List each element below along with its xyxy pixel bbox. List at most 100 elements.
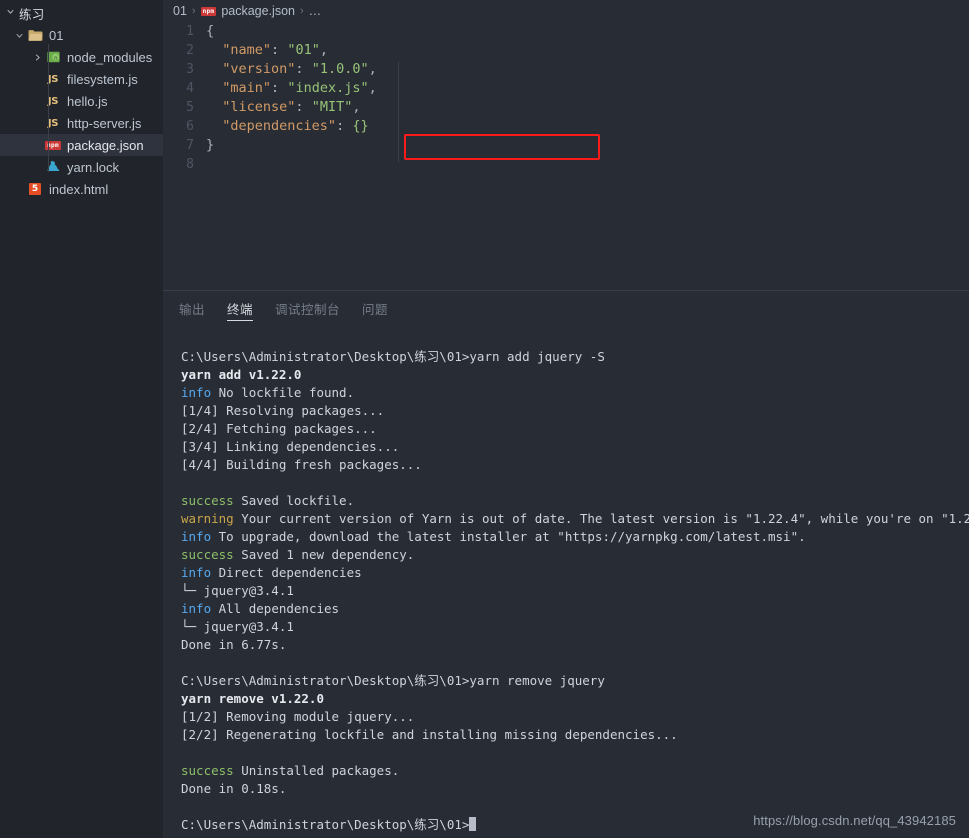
code-token-key: "name" bbox=[222, 42, 272, 58]
terminal-line: success Uninstalled packages. bbox=[181, 762, 969, 780]
explorer-sidebar: 练习 01 n node_modules JS filesystem.js JS hello… bbox=[0, 0, 163, 838]
line-number: 6 bbox=[186, 119, 194, 134]
tree-item-label: 01 bbox=[49, 27, 64, 43]
tree-item-node-modules[interactable]: n node_modules bbox=[0, 46, 163, 68]
yarn-icon bbox=[44, 160, 62, 174]
svg-text:n: n bbox=[54, 56, 57, 62]
terminal-text-info: info bbox=[181, 601, 212, 616]
tree-item-package-json[interactable]: npm package.json bbox=[0, 134, 163, 156]
tree-item-label: yarn.lock bbox=[67, 159, 120, 175]
terminal-text-plain: Uninstalled packages. bbox=[233, 763, 400, 778]
terminal-text-plain: └─ jquery@3.4.1 bbox=[181, 583, 294, 598]
code-token-key: "version" bbox=[222, 61, 296, 77]
code-token-str: "01" bbox=[287, 42, 320, 58]
panel-tab-2[interactable]: 调试控制台 bbox=[275, 291, 340, 326]
code-editor[interactable]: 1{2 "name": "01", 3 "version": "1.0.0", 4 … bbox=[163, 22, 969, 290]
code-token-brace: } bbox=[206, 137, 215, 153]
terminal-line: warning Your current version of Yarn is … bbox=[181, 510, 969, 528]
terminal-text-success: success bbox=[181, 763, 234, 778]
tree-item-yarn-lock[interactable]: yarn.lock bbox=[0, 156, 163, 178]
code-line-text[interactable]: "license": "MIT", bbox=[206, 98, 360, 117]
terminal-line: info All dependencies bbox=[181, 600, 969, 618]
chevron-right-icon[interactable] bbox=[30, 52, 44, 63]
code-token-punct bbox=[206, 61, 222, 77]
panel-tab-1[interactable]: 终端 bbox=[227, 291, 254, 326]
panel-tab-0[interactable]: 输出 bbox=[179, 291, 205, 326]
line-number: 7 bbox=[186, 138, 194, 153]
tree-item-label: index.html bbox=[49, 181, 109, 197]
tree-item-01[interactable]: 01 bbox=[0, 24, 163, 46]
terminal-line: info No lockfile found. bbox=[181, 384, 969, 402]
terminal-text-plain: [1/4] Resolving packages... bbox=[181, 403, 385, 418]
folder-open-icon bbox=[26, 29, 44, 42]
terminal-text-plain: C:\Users\Administrator\Desktop\练习\01>yar… bbox=[181, 673, 605, 688]
explorer-root-label: 练习 bbox=[19, 7, 45, 22]
js-icon: JS bbox=[47, 73, 59, 85]
code-line-text[interactable]: "name": "01", bbox=[206, 41, 328, 60]
chevron-down-icon[interactable] bbox=[5, 6, 16, 20]
terminal-line: └─ jquery@3.4.1 bbox=[181, 618, 969, 636]
terminal-text-plain: Saved lockfile. bbox=[233, 493, 355, 508]
terminal-text-info: info bbox=[181, 529, 212, 544]
code-token-brace: { bbox=[206, 23, 215, 39]
code-line-text[interactable]: "version": "1.0.0", bbox=[206, 60, 376, 79]
code-line: 3 "version": "1.0.0", bbox=[163, 60, 969, 79]
code-line: 2 "name": "01", bbox=[163, 41, 969, 60]
terminal-line: info Direct dependencies bbox=[181, 564, 969, 582]
code-token-punct bbox=[206, 80, 222, 96]
line-number: 3 bbox=[186, 62, 194, 77]
terminal-output[interactable]: C:\Users\Administrator\Desktop\练习\01> yar… bbox=[163, 326, 969, 838]
terminal-text-plain: C:\Users\Administrator\Desktop\练习\01> bbox=[181, 817, 470, 832]
panel-tab-3[interactable]: 问题 bbox=[362, 291, 388, 326]
code-token-punct: , bbox=[352, 99, 361, 115]
breadcrumb-folder[interactable]: 01 bbox=[173, 4, 187, 18]
code-token-punct bbox=[206, 99, 222, 115]
js-icon: JS bbox=[47, 95, 59, 107]
tree-item-hello-js[interactable]: JS hello.js bbox=[0, 90, 163, 112]
code-line: 1{ bbox=[163, 22, 969, 41]
code-line-text[interactable]: "main": "index.js", bbox=[206, 79, 377, 98]
breadcrumb-separator-icon-2: › bbox=[300, 5, 304, 17]
terminal-text-plain: [3/4] Linking dependencies... bbox=[181, 439, 400, 454]
code-token-str: "1.0.0" bbox=[311, 61, 369, 77]
code-line-text[interactable]: "dependencies": {} bbox=[206, 117, 368, 136]
terminal-line: success Saved 1 new dependency. bbox=[181, 546, 969, 564]
code-content[interactable]: 1{2 "name": "01", 3 "version": "1.0.0", 4 … bbox=[163, 22, 969, 174]
tree-item-http-server-js[interactable]: JS http-server.js bbox=[0, 112, 163, 134]
breadcrumb: 01 › npm package.json › … bbox=[163, 0, 969, 22]
explorer-root-row[interactable]: 练习 bbox=[0, 2, 163, 24]
terminal-text-bold: yarn add v1.22.0 bbox=[181, 367, 302, 382]
code-line-text[interactable]: } bbox=[206, 136, 214, 155]
terminal-line: └─ jquery@3.4.1 bbox=[181, 582, 969, 600]
tree-item-label: filesystem.js bbox=[67, 71, 138, 87]
main-area: 01 › npm package.json › … 1{2 "name": "0… bbox=[163, 0, 969, 838]
terminal-text-plain: Direct dependencies bbox=[211, 565, 362, 580]
terminal-text-plain: └─ jquery@3.4.1 bbox=[181, 619, 294, 634]
terminal-line: [1/4] Resolving packages... bbox=[181, 402, 969, 420]
tree-item-label: package.json bbox=[67, 137, 144, 153]
tree-item-filesystem-js[interactable]: JS filesystem.js bbox=[0, 68, 163, 90]
breadcrumb-file[interactable]: package.json bbox=[221, 4, 295, 18]
terminal-line: yarn add v1.22.0 bbox=[181, 366, 969, 384]
terminal-text-plain: Your current version of Yarn is out of d… bbox=[233, 511, 969, 526]
code-token-punct: : bbox=[295, 99, 312, 115]
terminal-line: C:\Users\Administrator\Desktop\练习\01>yar… bbox=[181, 348, 969, 366]
terminal-text-plain: [2/4] Fetching packages... bbox=[181, 421, 377, 436]
terminal-text-warning: warning bbox=[181, 511, 234, 526]
terminal-text-plain: C:\Users\Administrator\Desktop\练习\01>yar… bbox=[181, 349, 605, 364]
chevron-down-icon[interactable] bbox=[12, 30, 26, 41]
code-line: 6 "dependencies": {} bbox=[163, 117, 969, 136]
line-number: 5 bbox=[186, 100, 194, 115]
terminal-text-success: success bbox=[181, 493, 234, 508]
breadcrumb-tail[interactable]: … bbox=[309, 4, 322, 18]
code-token-punct: : bbox=[271, 42, 288, 58]
breadcrumb-separator-icon: › bbox=[191, 5, 196, 17]
html5-icon: 5 bbox=[26, 183, 44, 195]
terminal-text-plain: Saved 1 new dependency. bbox=[233, 547, 415, 562]
bottom-panel: 输出 终端 调试控制台 问题 C:\Users\Administrator\Deskt… bbox=[163, 290, 969, 838]
tree-item-index-html[interactable]: 5 index.html bbox=[0, 178, 163, 200]
file-tree: 01 n node_modules JS filesystem.js JS hello.js… bbox=[0, 24, 163, 200]
terminal-line: Done in 0.18s. bbox=[181, 780, 969, 798]
code-token-punct: , bbox=[368, 80, 377, 96]
code-line-text[interactable]: { bbox=[206, 22, 214, 41]
